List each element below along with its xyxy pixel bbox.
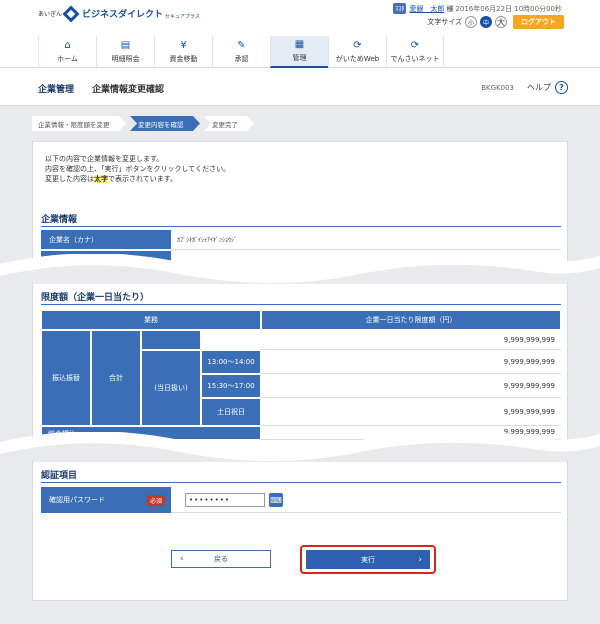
- transfer-label: 振込振替: [41, 330, 91, 426]
- limit-value: 9,999,999,999: [261, 398, 561, 426]
- font-size-control: 文字サイズ 小 中 大 ログアウト: [427, 15, 564, 29]
- company-heading: 企業情報: [41, 215, 78, 225]
- nav-label: がいためWeb: [335, 54, 380, 63]
- software-keyboard-icon[interactable]: ⌨: [269, 493, 283, 507]
- foreign-exchange-icon: ⟳: [353, 39, 362, 51]
- title-bar: 企業管理 企業情報変更確認 BKGK003 ヘルプ?: [0, 68, 600, 106]
- brand-sub: セキュアプラス: [165, 13, 200, 20]
- intro-line: 内容を確認の上、「実行」ボタンをクリックしてください。: [45, 165, 231, 173]
- nav-label: 管理: [292, 53, 307, 62]
- slot-1530-17-label: 15:30～17:00: [201, 374, 261, 398]
- same-day-label: (当日扱い): [141, 350, 201, 426]
- intro-text: 以下の内容で企業情報を変更します。 内容を確認の上、「実行」ボタンをクリックして…: [45, 154, 230, 184]
- user-role-badge: ﾏｽﾀ: [393, 3, 407, 14]
- company-kana-label: 企業名（カナ）: [41, 230, 171, 250]
- main-panel: 以下の内容で企業情報を変更します。 内容を確認の上、「実行」ボタンをクリックして…: [32, 141, 568, 601]
- user-info: ﾏｽﾀ 愛銀 太郎 様 2016年06月22日 10時00分00秒: [393, 3, 562, 14]
- page-break-separator: [0, 432, 600, 462]
- chevron-right-icon: ›: [418, 554, 422, 565]
- logo-icon: [62, 5, 80, 22]
- divider: [41, 482, 561, 483]
- bank-name: あいぎん: [38, 11, 63, 18]
- chevron-left-icon: ‹: [180, 554, 184, 564]
- help-label: ヘルプ: [527, 83, 551, 92]
- slot-13-14-label: 13:00～14:00: [201, 350, 261, 374]
- nav-label: 承認: [234, 54, 249, 63]
- nav-label: ホーム: [57, 54, 78, 63]
- brand-name: ビジネスダイレクト: [82, 10, 164, 20]
- login-datetime: 2016年06月22日 10時00分00秒: [455, 4, 562, 13]
- intro-line: 以下の内容で企業情報を変更します。: [45, 155, 164, 163]
- section-title: 企業管理: [38, 85, 75, 95]
- font-large-button[interactable]: 大: [495, 16, 507, 28]
- execute-button[interactable]: 実行 ›: [306, 550, 430, 569]
- limits-heading: 限度額（企業一日当たり）: [41, 293, 150, 303]
- limit-value: 9,999,999,999: [261, 350, 561, 374]
- font-small-button[interactable]: 小: [465, 16, 477, 28]
- step-complete: 変更完了: [204, 116, 254, 131]
- yen-icon: ¥: [180, 39, 187, 51]
- step-edit: 企業情報・限度額を変更: [32, 116, 126, 131]
- screen-code: BKGK003: [481, 84, 514, 92]
- col-business: 業務: [41, 310, 261, 330]
- blank-cell: [141, 330, 201, 350]
- intro-line: 変更した内容は太字で表示されています。: [45, 175, 178, 183]
- help-icon: ?: [555, 81, 568, 94]
- company-kana-value: ｶﾌﾞｼｷｶﾞｲｼｬｱｲｷﾞﾝｼｮｳｼﾞ: [171, 230, 561, 250]
- nav-statements[interactable]: ▤ 明細照会: [96, 36, 154, 68]
- font-medium-button[interactable]: 中: [480, 16, 492, 28]
- nav-home[interactable]: ⌂ ホーム: [38, 36, 96, 68]
- divider: [41, 226, 561, 227]
- execute-highlight: 実行 ›: [300, 545, 436, 574]
- total-label: 合計: [91, 330, 141, 426]
- highlight-bold-label: 太字: [94, 175, 108, 183]
- approve-icon: ✎: [237, 39, 246, 51]
- nav-label: 明細照会: [111, 54, 140, 63]
- limit-value: 9,999,999,999: [261, 374, 561, 398]
- font-size-label: 文字サイズ: [427, 18, 462, 26]
- user-name-link[interactable]: 愛銀 太郎: [409, 4, 444, 14]
- admin-icon: ▦: [294, 38, 305, 50]
- back-label: 戻る: [214, 555, 228, 563]
- execute-label: 実行: [361, 555, 375, 564]
- document-icon: ▤: [120, 39, 131, 51]
- logout-button[interactable]: ログアウト: [513, 15, 564, 29]
- password-label-cell: 確認用パスワード 必須: [41, 487, 171, 513]
- header: あいぎん ビジネスダイレクト セキュアプラス ﾏｽﾀ 愛銀 太郎 様 2016年…: [0, 0, 600, 68]
- home-icon: ⌂: [64, 39, 71, 51]
- nav-approval[interactable]: ✎ 承認: [212, 36, 270, 68]
- password-input[interactable]: ••••••••: [185, 493, 265, 507]
- required-badge: 必須: [146, 494, 165, 506]
- page-title: 企業情報変更確認: [92, 85, 165, 95]
- help-link[interactable]: ヘルプ?: [527, 81, 568, 94]
- slot-holiday-label: 土日祝日: [201, 398, 261, 426]
- nav-gaitame-web[interactable]: ⟳ がいためWeb: [328, 36, 386, 68]
- step-indicator: 企業情報・限度額を変更 変更内容を確認 変更完了: [32, 116, 258, 131]
- nav-label: でんさいネット: [390, 54, 440, 63]
- nav-admin[interactable]: ▦ 管理: [270, 36, 328, 68]
- page-break-separator: [0, 254, 600, 284]
- step-confirm: 変更内容を確認: [130, 116, 200, 131]
- logo: あいぎん ビジネスダイレクト セキュアプラス: [38, 5, 200, 22]
- densai-icon: ⟳: [410, 39, 420, 51]
- nav-label: 資金移動: [169, 54, 198, 63]
- global-nav: ⌂ ホーム ▤ 明細照会 ¥ 資金移動 ✎ 承認 ▦ 管理 ⟳ がいためWeb ⟳ でんさいネ…: [38, 36, 444, 68]
- back-button[interactable]: ‹ 戻る: [171, 550, 271, 568]
- nav-densai-net[interactable]: ⟳ でんさいネット: [386, 36, 444, 68]
- password-row: 確認用パスワード 必須 •••••••• ⌨: [41, 487, 561, 513]
- col-limit: 企業一日当たり限度額（円）: [261, 310, 561, 330]
- divider: [41, 304, 561, 305]
- auth-heading: 認証項目: [41, 471, 78, 481]
- limit-value: 9,999,999,999: [261, 330, 561, 350]
- user-suffix: 様: [446, 4, 454, 13]
- nav-fund-transfer[interactable]: ¥ 資金移動: [154, 36, 212, 68]
- password-label: 確認用パスワード: [49, 496, 105, 504]
